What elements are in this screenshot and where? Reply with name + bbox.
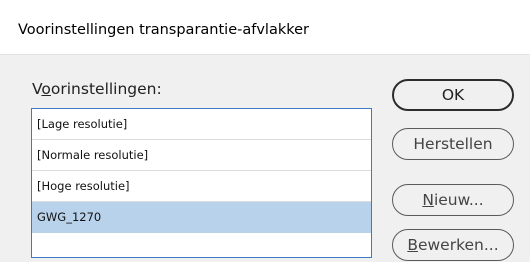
new-button[interactable]: Nieuw... (392, 184, 514, 216)
edit-button-label: ewerken... (417, 236, 499, 254)
preset-item-label: GWG_1270 (37, 210, 102, 224)
presets-label-suffix: orinstellingen: (50, 80, 162, 98)
edit-button[interactable]: Bewerken... (392, 229, 514, 261)
preset-item-label: [Hoge resolutie] (37, 179, 130, 193)
dialog-title: Voorinstellingen transparantie-afvlakker (18, 22, 309, 38)
ok-button[interactable]: OK (392, 79, 514, 111)
preset-item-gwg-1270[interactable]: GWG_1270 (32, 202, 371, 233)
presets-list[interactable]: [Lage resolutie] [Normale resolutie] [Ho… (31, 108, 372, 258)
preset-item-normal-resolution[interactable]: [Normale resolutie] (32, 140, 371, 171)
new-button-label: ieuw... (433, 191, 484, 209)
presets-label-mnemonic: o (41, 80, 51, 98)
new-button-mnemonic: N (422, 191, 434, 209)
reset-button-label: Herstellen (413, 135, 493, 153)
preset-item-high-resolution[interactable]: [Hoge resolutie] (32, 171, 371, 202)
presets-label: Voorinstellingen: (32, 80, 162, 98)
preset-item-low-resolution[interactable]: [Lage resolutie] (32, 109, 371, 140)
ok-button-label: OK (441, 86, 465, 104)
dialog-titlebar: Voorinstellingen transparantie-afvlakker (0, 0, 530, 54)
preset-item-label: [Lage resolutie] (37, 117, 128, 131)
edit-button-mnemonic: B (407, 236, 418, 254)
presets-label-prefix: V (32, 80, 42, 98)
reset-button[interactable]: Herstellen (392, 128, 514, 160)
preset-item-label: [Normale resolutie] (37, 148, 149, 162)
flattener-presets-dialog: Voorinstellingen transparantie-afvlakker… (0, 0, 530, 262)
